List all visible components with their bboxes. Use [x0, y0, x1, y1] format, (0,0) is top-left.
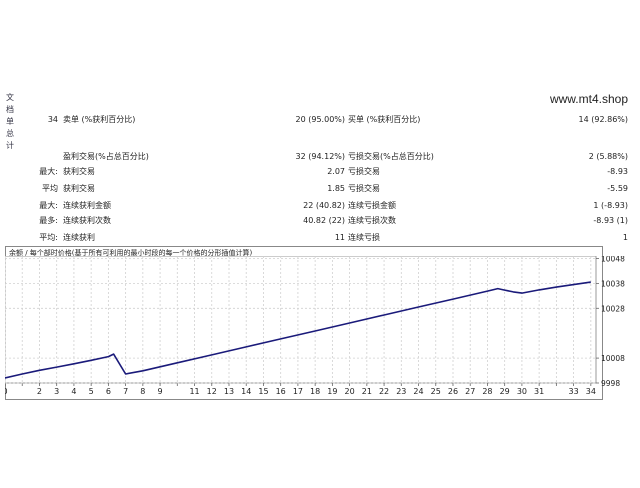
loss-trades-label: 亏损交易(%占总百分比) [348, 152, 434, 161]
x-tick-label: 3 [54, 387, 59, 396]
x-tick-label: 34 [586, 387, 596, 396]
largest-loss-value: -8.93 [607, 167, 628, 176]
x-tick-label: 12 [207, 387, 217, 396]
x-tick-label: 33 [569, 387, 579, 396]
x-tick-label: 4 [71, 387, 76, 396]
x-tick-label: 20 [345, 387, 355, 396]
x-tick-label: 2 [37, 387, 42, 396]
side-tab-char: 档 [6, 105, 14, 114]
average-loss-label: 亏损交易 [348, 184, 380, 193]
max-consecutive-losses-count-label: 连续亏损次数 [348, 216, 396, 225]
x-tick-label: 18 [310, 387, 320, 396]
average-consecutive-losses-value: 1 [622, 233, 628, 242]
max-consecutive-wins-amount-value: 22 (40.82) [303, 201, 345, 210]
x-tick-label: 8 [140, 387, 145, 396]
x-tick-label: 17 [293, 387, 303, 396]
max-consecutive-wins-count-value: 40.82 (22) [303, 216, 345, 225]
x-tick-label: 19 [327, 387, 337, 396]
x-tick-label: 25 [431, 387, 441, 396]
row-prefix: 最大: [39, 167, 58, 176]
sell-value: 20 (95.00%) [295, 115, 345, 124]
y-tick-label: 10048 [601, 256, 625, 263]
balance-chart-plot: 0234567891112131415161718192021222324252… [5, 256, 625, 396]
side-tab-char: 总 [6, 129, 14, 138]
row-prefix: 平均: [39, 233, 58, 242]
y-tick-label: 10028 [601, 304, 625, 313]
average-consecutive-wins-label: 连续获利 [63, 233, 95, 242]
row-prefix: 最多: [39, 216, 58, 225]
max-consecutive-losses-count-value: -8.93 (1) [593, 216, 628, 225]
x-tick-label: 11 [189, 387, 199, 396]
x-tick-label: 22 [379, 387, 389, 396]
x-tick-label: 13 [224, 387, 234, 396]
x-tick-label: 15 [258, 387, 268, 396]
x-tick-label: 5 [89, 387, 94, 396]
average-profit-label: 获利交易 [63, 184, 95, 193]
x-tick-label: 7 [123, 387, 128, 396]
average-loss-value: -5.59 [607, 184, 628, 193]
max-consecutive-wins-amount-label: 连续获利金额 [63, 201, 111, 210]
sell-label: 卖单 (%获利百分比) [63, 115, 136, 124]
x-tick-label: 21 [362, 387, 372, 396]
average-profit-value: 1.85 [327, 184, 345, 193]
side-tab-char: 计 [6, 141, 14, 150]
x-tick-label: 6 [106, 387, 111, 396]
row-prefix: 平均 [42, 184, 58, 193]
largest-profit-value: 2.07 [327, 167, 345, 176]
x-tick-label: 29 [500, 387, 510, 396]
max-consecutive-wins-count-label: 连续获利次数 [63, 216, 111, 225]
x-tick-label: 0 [5, 387, 8, 396]
x-tick-label: 9 [158, 387, 163, 396]
x-tick-label: 31 [534, 387, 544, 396]
max-consecutive-losses-amount-label: 连续亏损金额 [348, 201, 396, 210]
side-tab-char: 单 [6, 117, 14, 126]
x-tick-label: 14 [241, 387, 251, 396]
x-tick-label: 28 [482, 387, 492, 396]
bottom-band [0, 405, 640, 480]
x-tick-label: 30 [517, 387, 527, 396]
average-consecutive-wins-value: 11 [334, 233, 345, 242]
y-tick-label: 10008 [601, 354, 625, 363]
max-consecutive-losses-amount-value: 1 (-8.93) [593, 201, 628, 210]
row-prefix: 最大: [39, 201, 58, 210]
x-tick-label: 27 [465, 387, 475, 396]
top-band [0, 0, 640, 90]
profit-trades-value: 32 (94.12%) [295, 152, 345, 161]
x-tick-label: 16 [276, 387, 286, 396]
average-consecutive-losses-label: 连续亏损 [348, 233, 380, 242]
y-tick-label: 10038 [601, 279, 625, 288]
profit-trades-label: 盈利交易(%占总百分比) [63, 152, 149, 161]
x-tick-label: 23 [396, 387, 406, 396]
loss-trades-value: 2 (5.88%) [588, 152, 628, 161]
plot-frame [5, 256, 597, 384]
x-tick-label: 26 [448, 387, 458, 396]
side-tab-char: 文 [6, 93, 14, 102]
y-tick-label: 9998 [601, 379, 620, 388]
watermark: www.mt4.shop [549, 92, 628, 106]
buy-label: 买单 (%获利百分比) [348, 115, 421, 124]
x-tick-label: 24 [413, 387, 423, 396]
trade-count: 34 [47, 115, 58, 124]
largest-loss-label: 亏损交易 [348, 167, 380, 176]
side-tab-report-summary[interactable]: 文 档 单 总 计 [4, 92, 16, 152]
buy-value: 14 (92.86%) [578, 115, 628, 124]
largest-profit-label: 获利交易 [63, 167, 95, 176]
